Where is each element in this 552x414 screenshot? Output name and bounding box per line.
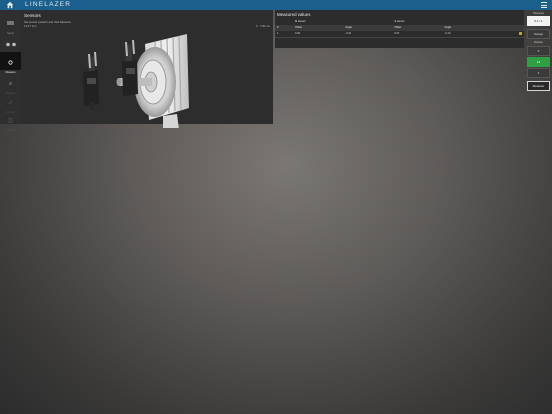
- sensors-panel: Sensors Set sensor position and click Me…: [21, 10, 273, 128]
- sensors-right-info: 9 · 7.05 mm: [256, 25, 270, 28]
- sidebar-label-report: Report: [6, 129, 15, 132]
- sidebar-item-sensors[interactable]: Sensors: [0, 34, 21, 56]
- right-control-column: Tolerance 0.1 / 1 Sweep Position 9 12 3 …: [525, 10, 552, 94]
- app-brand: LINELAZER: [25, 1, 72, 8]
- measured-values-title: Measured values: [277, 12, 311, 17]
- top-bar: LINELAZER: [0, 0, 552, 10]
- sensors-icon: [5, 42, 16, 47]
- m-offset-value: 0.00: [293, 30, 344, 39]
- position-12-button[interactable]: 12: [527, 57, 550, 67]
- position-label: Position: [533, 41, 544, 44]
- sidebar-item-correct: Correct: [0, 92, 21, 114]
- sidebar-item-measure[interactable]: Measure: [0, 52, 21, 74]
- results-icon: [9, 82, 12, 85]
- setup-icon: [7, 21, 14, 25]
- menu-icon[interactable]: [541, 2, 547, 8]
- report-icon: [8, 118, 13, 123]
- s-offset-value: 0.07: [392, 30, 443, 39]
- sensors-instruction: Set sensor position and click Measure: [24, 20, 72, 24]
- home-icon[interactable]: [6, 1, 14, 9]
- tolerance-value-box[interactable]: 0.1 / 1: [527, 16, 550, 26]
- position-9-button[interactable]: 9: [527, 46, 550, 56]
- correct-icon: [8, 100, 13, 105]
- sweep-button[interactable]: Sweep: [527, 29, 550, 39]
- s-angle-value: -0.10: [442, 30, 492, 39]
- lock-icon[interactable]: [519, 31, 522, 35]
- table-row[interactable]: 1 0.00 -0.10 0.07 -0.10: [275, 30, 524, 39]
- measure-button[interactable]: Measure: [527, 81, 550, 91]
- measure-icon: [8, 60, 13, 65]
- motor-with-sensors-illustration: [83, 34, 189, 128]
- sidebar-item-report: Report: [0, 110, 21, 132]
- sidebar-item-results: Results: [0, 73, 21, 95]
- measured-values-table: M sensor S sensor # Offset Angle Offset …: [275, 19, 524, 39]
- sidebar-item-setup[interactable]: Setup: [0, 13, 21, 35]
- sidebar: Setup Sensors Measure Results Correct Re…: [0, 10, 21, 132]
- m-angle-value: -0.10: [343, 30, 393, 39]
- row-index: 1: [275, 30, 293, 39]
- measured-values-panel: Measured values M sensor S sensor # Offs…: [275, 10, 524, 48]
- sensors-title: Sensors: [24, 13, 41, 18]
- position-3-button[interactable]: 3: [527, 68, 550, 78]
- sensors-left-info: 1:15.7 mm: [24, 25, 37, 28]
